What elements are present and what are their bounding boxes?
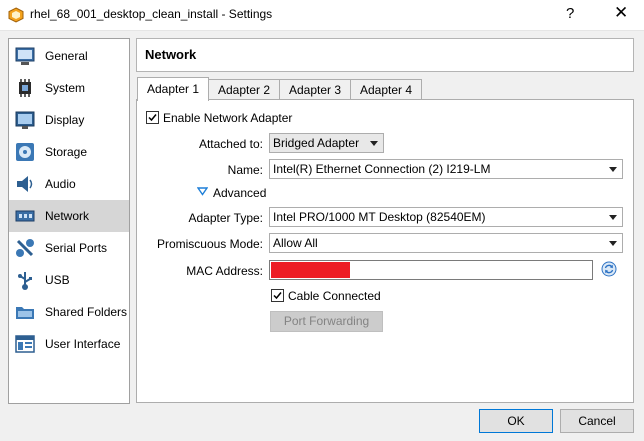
sidebar-item-general[interactable]: General bbox=[9, 40, 129, 72]
sidebar-item-label: Shared Folders bbox=[45, 305, 128, 319]
sidebar-item-user-interface[interactable]: User Interface bbox=[9, 328, 129, 360]
expand-triangle-icon[interactable] bbox=[197, 187, 208, 196]
enable-adapter-checkbox[interactable] bbox=[146, 111, 159, 124]
sidebar-item-label: Audio bbox=[45, 177, 76, 191]
audio-icon bbox=[17, 176, 33, 192]
cable-connected-checkbox[interactable] bbox=[271, 289, 284, 302]
checkmark-icon bbox=[273, 292, 282, 300]
tab-adapter-1[interactable]: Adapter 1 bbox=[137, 77, 209, 101]
chevron-down-icon bbox=[609, 167, 617, 172]
cancel-button[interactable]: Cancel bbox=[560, 409, 634, 433]
mac-address-label: MAC Address: bbox=[186, 264, 263, 278]
sidebar-item-display[interactable]: Display bbox=[9, 104, 129, 136]
cable-connected-label: Cable Connected bbox=[288, 289, 381, 303]
system-icon bbox=[19, 79, 31, 97]
sidebar-item-network[interactable]: Network bbox=[9, 200, 129, 232]
adapter-type-label: Adapter Type: bbox=[188, 211, 264, 225]
name-label: Name: bbox=[227, 163, 263, 177]
window-title: rhel_68_001_desktop_clean_install - Sett… bbox=[30, 7, 273, 21]
close-button[interactable]: ✕ bbox=[614, 3, 628, 23]
sidebar-item-shared-folders[interactable]: Shared Folders bbox=[9, 296, 129, 328]
sidebar-item-label: Network bbox=[45, 209, 90, 223]
sidebar-item-label: User Interface bbox=[45, 337, 121, 351]
attached-to-label: Attached to: bbox=[198, 137, 263, 151]
page-title: Network bbox=[145, 47, 197, 62]
promiscuous-mode-value: Allow All bbox=[273, 236, 318, 250]
tab-adapter-2[interactable]: Adapter 2 bbox=[208, 79, 280, 100]
sidebar-item-label: Serial Ports bbox=[45, 241, 108, 255]
display-icon bbox=[15, 111, 35, 129]
shared-folders-icon bbox=[16, 307, 34, 319]
ok-button[interactable]: OK bbox=[479, 409, 553, 433]
name-value: Intel(R) Ethernet Connection (2) I219-LM bbox=[273, 162, 491, 176]
sidebar-item-storage[interactable]: Storage bbox=[9, 136, 129, 168]
sidebar-item-label: System bbox=[45, 81, 86, 95]
sidebar-item-system[interactable]: System bbox=[9, 72, 129, 104]
name-select[interactable]: Intel(R) Ethernet Connection (2) I219-LM bbox=[269, 159, 623, 179]
sidebar-item-serial-ports[interactable]: Serial Ports bbox=[9, 232, 129, 264]
attached-to-value: Bridged Adapter bbox=[273, 136, 360, 150]
checkmark-icon bbox=[148, 114, 157, 122]
enable-adapter-label: Enable Network Adapter bbox=[163, 111, 293, 125]
attached-to-select[interactable]: Bridged Adapter bbox=[269, 133, 384, 153]
sidebar-item-label: Display bbox=[45, 113, 85, 127]
adapter-type-value: Intel PRO/1000 MT Desktop (82540EM) bbox=[273, 210, 486, 224]
promiscuous-mode-label: Promiscuous Mode: bbox=[156, 237, 263, 251]
chevron-down-icon bbox=[609, 241, 617, 246]
sidebar-item-audio[interactable]: Audio bbox=[9, 168, 129, 200]
serial-ports-icon bbox=[16, 239, 34, 257]
storage-icon bbox=[16, 143, 34, 161]
mac-address-input[interactable] bbox=[269, 260, 593, 280]
refresh-mac-icon[interactable] bbox=[601, 261, 617, 277]
sidebar-item-label: Storage bbox=[45, 145, 88, 159]
page-header: Network bbox=[136, 38, 634, 72]
sidebar-item-label: USB bbox=[45, 273, 70, 287]
network-icon bbox=[15, 210, 35, 222]
chevron-down-icon bbox=[370, 141, 378, 146]
advanced-toggle[interactable]: Advanced bbox=[213, 186, 266, 200]
sidebar-item-usb[interactable]: USB bbox=[9, 264, 129, 296]
chevron-down-icon bbox=[609, 215, 617, 220]
general-icon bbox=[15, 47, 35, 65]
mac-address-redaction bbox=[271, 262, 350, 278]
tab-adapter-3[interactable]: Adapter 3 bbox=[279, 79, 351, 100]
promiscuous-mode-select[interactable]: Allow All bbox=[269, 233, 623, 253]
settings-sidebar: General System Display Storage Audio Net… bbox=[8, 38, 130, 404]
virtualbox-app-icon bbox=[8, 7, 24, 23]
sidebar-item-label: General bbox=[45, 49, 88, 63]
adapter-type-select[interactable]: Intel PRO/1000 MT Desktop (82540EM) bbox=[269, 207, 623, 227]
port-forwarding-button[interactable]: Port Forwarding bbox=[270, 311, 383, 332]
user-interface-icon bbox=[15, 335, 35, 353]
tab-adapter-4[interactable]: Adapter 4 bbox=[350, 79, 422, 100]
title-bar: rhel_68_001_desktop_clean_install - Sett… bbox=[0, 0, 644, 31]
usb-icon bbox=[18, 272, 32, 290]
help-button[interactable]: ? bbox=[566, 5, 574, 22]
